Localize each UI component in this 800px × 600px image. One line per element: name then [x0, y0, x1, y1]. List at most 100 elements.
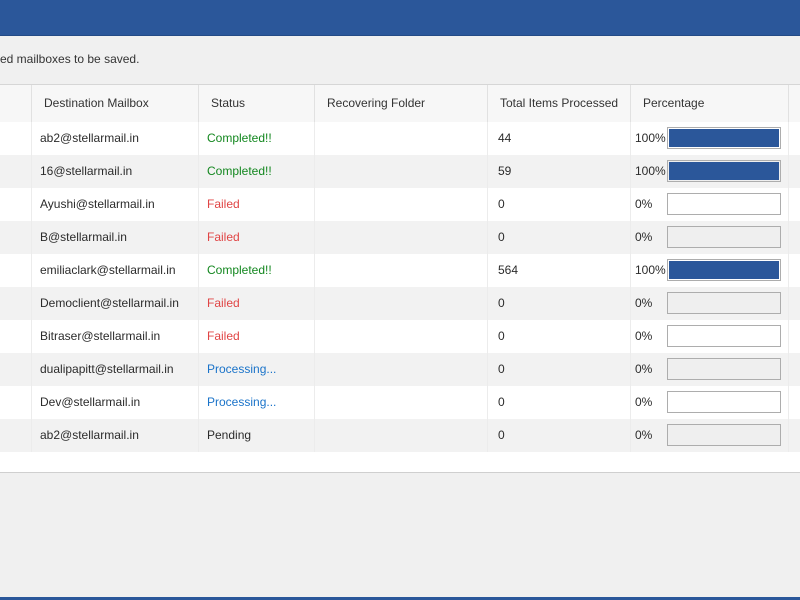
column-header-destination-mailbox[interactable]: Destination Mailbox [31, 85, 198, 122]
percentage-cell: 0% [630, 287, 788, 320]
row-stub [0, 419, 31, 452]
percentage-text: 0% [635, 395, 653, 409]
destination-mailbox-cell: emiliaclark@stellarmail.in [31, 254, 198, 287]
row-edge [788, 254, 800, 287]
total-items-cell: 0 [487, 188, 630, 221]
total-items-cell: 0 [487, 353, 630, 386]
destination-mailbox-cell: Dev@stellarmail.in [31, 386, 198, 419]
column-header-recovering-folder[interactable]: Recovering Folder [314, 85, 487, 122]
percentage-cell: 0% [630, 221, 788, 254]
recovering-folder-cell [314, 155, 487, 188]
column-header-total-items[interactable]: Total Items Processed [487, 85, 630, 122]
progress-bar [667, 193, 781, 215]
total-items-cell: 0 [487, 419, 630, 452]
recovering-folder-cell [314, 254, 487, 287]
title-bar [0, 0, 800, 36]
row-stub [0, 353, 31, 386]
table-row[interactable]: Bitraser@stellarmail.in Failed 0 0% [0, 320, 800, 353]
percentage-text: 100% [635, 164, 666, 178]
progress-bar [667, 259, 781, 281]
row-edge [788, 188, 800, 221]
row-stub [0, 221, 31, 254]
table-row[interactable]: 16@stellarmail.in Completed!! 59 100% [0, 155, 800, 188]
table-row[interactable]: ab2@stellarmail.in Pending 0 0% [0, 419, 800, 452]
percentage-cell: 0% [630, 188, 788, 221]
status-cell: Failed [198, 188, 314, 221]
row-edge [788, 221, 800, 254]
column-header-extra[interactable] [788, 85, 800, 122]
recovering-folder-cell [314, 188, 487, 221]
status-cell: Completed!! [198, 254, 314, 287]
row-edge [788, 155, 800, 188]
status-cell: Failed [198, 320, 314, 353]
recovering-folder-cell [314, 221, 487, 254]
destination-mailbox-cell: 16@stellarmail.in [31, 155, 198, 188]
row-edge [788, 287, 800, 320]
status-cell: Failed [198, 221, 314, 254]
percentage-cell: 100% [630, 254, 788, 287]
status-cell: Completed!! [198, 122, 314, 155]
status-cell: Failed [198, 287, 314, 320]
total-items-cell: 59 [487, 155, 630, 188]
recovering-folder-cell [314, 386, 487, 419]
table-row[interactable]: Democlient@stellarmail.in Failed 0 0% [0, 287, 800, 320]
destination-mailbox-cell: Democlient@stellarmail.in [31, 287, 198, 320]
status-cell: Processing... [198, 386, 314, 419]
total-items-cell: 564 [487, 254, 630, 287]
table-row[interactable]: dualipapitt@stellarmail.in Processing... 0… [0, 353, 800, 386]
percentage-text: 0% [635, 428, 653, 442]
percentage-text: 100% [635, 131, 666, 145]
percentage-text: 100% [635, 263, 666, 277]
row-stub [0, 254, 31, 287]
percentage-cell: 100% [630, 122, 788, 155]
percentage-cell: 0% [630, 353, 788, 386]
percentage-cell: 0% [630, 419, 788, 452]
column-header-status[interactable]: Status [198, 85, 314, 122]
percentage-cell: 0% [630, 386, 788, 419]
percentage-text: 0% [635, 362, 653, 376]
row-edge [788, 419, 800, 452]
row-stub [0, 386, 31, 419]
status-cell: Completed!! [198, 155, 314, 188]
percentage-text: 0% [635, 296, 653, 310]
total-items-cell: 0 [487, 386, 630, 419]
results-grid: Destination Mailbox Status Recovering Fo… [0, 84, 800, 473]
destination-mailbox-cell: B@stellarmail.in [31, 221, 198, 254]
grid-header: Destination Mailbox Status Recovering Fo… [0, 85, 800, 123]
percentage-text: 0% [635, 230, 653, 244]
progress-bar [667, 292, 781, 314]
progress-bar [667, 127, 781, 149]
destination-mailbox-cell: Ayushi@stellarmail.in [31, 188, 198, 221]
recovering-folder-cell [314, 287, 487, 320]
row-stub [0, 122, 31, 155]
destination-mailbox-cell: ab2@stellarmail.in [31, 122, 198, 155]
progress-bar [667, 226, 781, 248]
table-row[interactable]: ab2@stellarmail.in Completed!! 44 100% [0, 122, 800, 155]
column-header-percentage[interactable]: Percentage [630, 85, 788, 122]
row-edge [788, 386, 800, 419]
recovering-folder-cell [314, 419, 487, 452]
progress-bar [667, 424, 781, 446]
table-row[interactable]: Dev@stellarmail.in Processing... 0 0% [0, 386, 800, 419]
progress-bar-fill [669, 162, 779, 180]
table-row[interactable]: Ayushi@stellarmail.in Failed 0 0% [0, 188, 800, 221]
progress-bar [667, 325, 781, 347]
percentage-text: 0% [635, 329, 653, 343]
recovering-folder-cell [314, 122, 487, 155]
row-stub [0, 188, 31, 221]
total-items-cell: 0 [487, 320, 630, 353]
table-row[interactable]: B@stellarmail.in Failed 0 0% [0, 221, 800, 254]
header-stub[interactable] [0, 85, 31, 122]
progress-bar-fill [669, 129, 779, 147]
progress-bar [667, 160, 781, 182]
progress-bar [667, 391, 781, 413]
table-row[interactable]: emiliaclark@stellarmail.in Completed!! 564… [0, 254, 800, 287]
info-message: ed mailboxes to be saved. [0, 52, 140, 66]
percentage-cell: 0% [630, 320, 788, 353]
row-edge [788, 122, 800, 155]
row-stub [0, 155, 31, 188]
recovering-folder-cell [314, 320, 487, 353]
row-edge [788, 353, 800, 386]
destination-mailbox-cell: dualipapitt@stellarmail.in [31, 353, 198, 386]
total-items-cell: 0 [487, 287, 630, 320]
